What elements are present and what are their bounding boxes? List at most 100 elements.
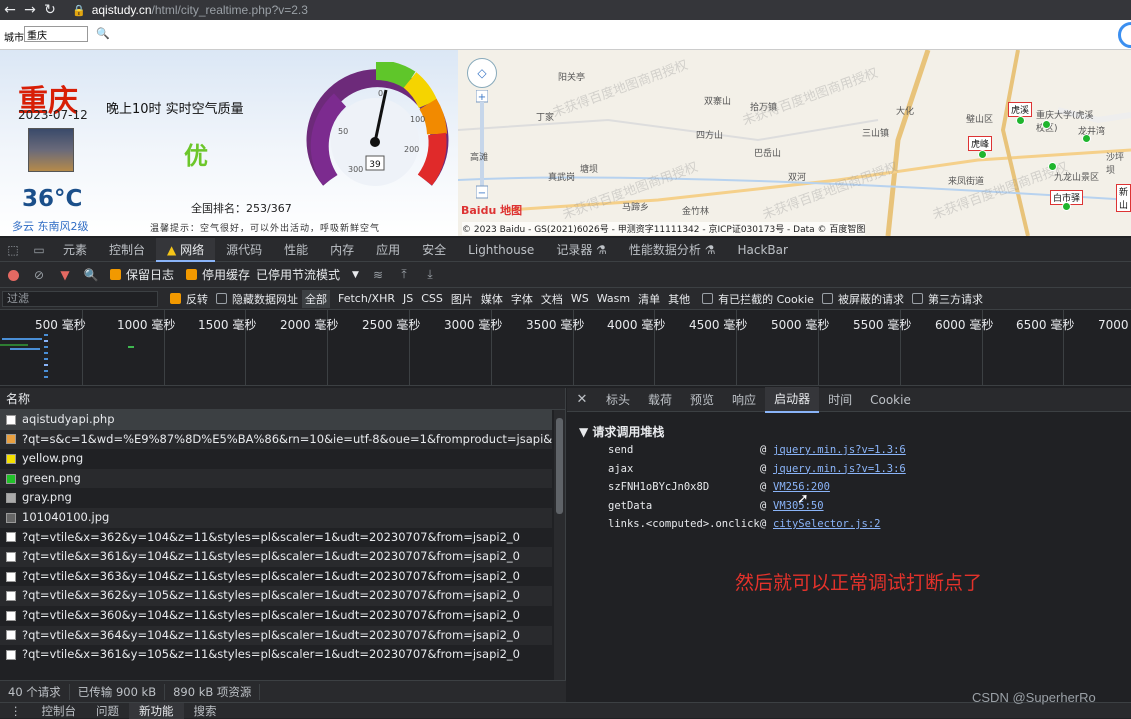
close-icon[interactable]: ✕ bbox=[567, 392, 597, 407]
table-row[interactable]: aqistudyapi.php bbox=[0, 410, 552, 430]
detail-tabs: ✕ 标头 载荷 预览 响应 启动器 时间 Cookie bbox=[567, 386, 1131, 413]
baidu-logo[interactable]: Baidu 地图 bbox=[461, 202, 522, 218]
frame-source-link[interactable]: jquery.min.js?v=1.3:6 bbox=[773, 444, 906, 456]
table-row[interactable]: ?qt=vtile&x=360&y=104&z=11&styles=pl&sca… bbox=[0, 606, 552, 626]
preserve-log-checkbox[interactable]: 保留日志 bbox=[110, 266, 174, 283]
station-label[interactable]: 虎溪 bbox=[1008, 102, 1033, 117]
table-row[interactable]: ?qt=s&c=1&wd=%E9%87%8D%E5%BA%86&rn=10&ie… bbox=[0, 429, 552, 450]
table-row[interactable]: ?qt=vtile&x=364&y=104&z=11&styles=pl&sca… bbox=[0, 625, 552, 646]
clear-icon[interactable]: ⊘ bbox=[26, 268, 52, 282]
map-pan-control[interactable]: ◇ bbox=[467, 58, 497, 88]
tab-response[interactable]: 响应 bbox=[723, 388, 765, 412]
table-row[interactable]: ?qt=vtile&x=362&y=105&z=11&styles=pl&sca… bbox=[0, 586, 552, 606]
station-label[interactable]: 虎峰 bbox=[968, 136, 993, 151]
tab-recorder[interactable]: 记录器 ⚗ bbox=[545, 238, 618, 262]
tab-performance[interactable]: 性能 bbox=[273, 238, 319, 262]
back-icon[interactable]: ← bbox=[0, 2, 20, 18]
type-filter-manifest[interactable]: 清单 bbox=[638, 291, 660, 307]
table-row[interactable]: ?qt=vtile&x=361&y=104&z=11&styles=pl&sca… bbox=[0, 547, 552, 567]
frame-source-link[interactable]: jquery.min.js?v=1.3:6 bbox=[773, 463, 906, 475]
station-pin[interactable] bbox=[1042, 120, 1051, 129]
hide-data-urls-checkbox[interactable]: 隐藏数据网址 bbox=[216, 291, 298, 307]
baidu-map[interactable]: ◇ + − 阳关亭 双寨山 拾万镇 大化 璧山区 巴岳山 四方山 三山镇 塘坝 … bbox=[458, 50, 1131, 236]
drawer-tab-whats-new[interactable]: 新功能 bbox=[129, 702, 184, 719]
column-header-name[interactable]: 名称 bbox=[0, 388, 565, 410]
table-row[interactable]: ?qt=vtile&x=362&y=104&z=11&styles=pl&sca… bbox=[0, 528, 552, 548]
file-type-icon bbox=[6, 493, 16, 504]
filter-icon[interactable]: ▼ bbox=[52, 268, 78, 282]
reload-icon[interactable]: ↻ bbox=[40, 2, 60, 18]
record-icon[interactable] bbox=[0, 268, 26, 282]
type-filter-ws[interactable]: WS bbox=[571, 292, 589, 305]
type-filter-img[interactable]: 图片 bbox=[451, 291, 473, 307]
type-filter-other[interactable]: 其他 bbox=[668, 291, 690, 307]
tab-payload[interactable]: 载荷 bbox=[639, 388, 681, 412]
type-filter-media[interactable]: 媒体 bbox=[481, 291, 503, 307]
tab-initiator[interactable]: 启动器 bbox=[765, 386, 820, 413]
type-filter-xhr[interactable]: Fetch/XHR bbox=[338, 292, 395, 305]
tab-headers[interactable]: 标头 bbox=[597, 388, 639, 412]
device-toolbar-icon[interactable]: ▭ bbox=[26, 243, 52, 257]
table-row[interactable]: ?qt=vtile&x=363&y=104&z=11&styles=pl&sca… bbox=[0, 567, 552, 587]
drawer-tab-issues[interactable]: 问题 bbox=[86, 703, 129, 719]
tab-timing[interactable]: 时间 bbox=[819, 388, 861, 412]
table-row[interactable]: green.png bbox=[0, 468, 552, 489]
tab-network[interactable]: ▲ 网络 bbox=[156, 237, 216, 262]
lock-icon[interactable]: 🔒 bbox=[72, 4, 86, 17]
table-row[interactable]: 101040100.jpg bbox=[0, 507, 552, 528]
map-zoom-slider[interactable]: + − bbox=[476, 90, 488, 200]
tab-application[interactable]: 应用 bbox=[365, 238, 411, 262]
type-filter-doc[interactable]: 文档 bbox=[541, 291, 563, 307]
tab-cookies[interactable]: Cookie bbox=[861, 388, 920, 412]
forward-icon[interactable]: → bbox=[20, 2, 40, 18]
disable-cache-checkbox[interactable]: 停用缓存 bbox=[186, 266, 250, 283]
city-input[interactable]: 重庆 bbox=[24, 26, 88, 42]
tab-hackbar[interactable]: HackBar bbox=[726, 238, 798, 262]
station-label[interactable]: 新山 bbox=[1116, 184, 1131, 212]
tab-performance-insights[interactable]: 性能数据分析 ⚗ bbox=[618, 238, 727, 262]
scrollbar-thumb[interactable] bbox=[556, 418, 563, 514]
table-row[interactable]: gray.png bbox=[0, 488, 552, 508]
export-har-icon[interactable]: ⤓ bbox=[417, 267, 443, 282]
request-call-stack-title[interactable]: ▼ 请求调用堆栈 bbox=[579, 423, 1131, 440]
network-overview[interactable]: 500 毫秒 1000 毫秒 1500 毫秒 2000 毫秒 2500 毫秒 3000 毫… bbox=[0, 310, 1131, 386]
inspect-icon[interactable]: ⬚ bbox=[0, 243, 26, 257]
throttle-select[interactable]: 已停用节流模式 ▼ bbox=[256, 266, 359, 283]
third-party-checkbox[interactable]: 第三方请求 bbox=[911, 291, 983, 307]
drawer-tab-search[interactable]: 搜索 bbox=[184, 703, 227, 719]
type-filter-font[interactable]: 字体 bbox=[511, 291, 533, 307]
station-pin[interactable] bbox=[1048, 162, 1057, 171]
floating-widget[interactable] bbox=[1118, 22, 1131, 48]
search-icon[interactable]: 🔍 bbox=[96, 27, 110, 40]
tab-lighthouse[interactable]: Lighthouse bbox=[457, 238, 545, 262]
table-row[interactable]: yellow.png bbox=[0, 449, 552, 469]
request-list-scrollbar[interactable] bbox=[554, 410, 565, 680]
station-pin[interactable] bbox=[978, 150, 987, 159]
type-filter-all[interactable]: 全部 bbox=[302, 289, 330, 308]
type-filter-css[interactable]: CSS bbox=[421, 292, 443, 305]
station-pin[interactable] bbox=[1062, 202, 1071, 211]
tab-security[interactable]: 安全 bbox=[411, 238, 457, 262]
drawer-menu-icon[interactable]: ⋮ bbox=[0, 703, 32, 719]
tab-console[interactable]: 控制台 bbox=[98, 238, 156, 262]
table-row[interactable]: ?qt=vtile&x=361&y=105&z=11&styles=pl&sca… bbox=[0, 645, 552, 665]
tab-preview[interactable]: 预览 bbox=[681, 388, 723, 412]
invert-checkbox[interactable]: 反转 bbox=[170, 291, 208, 307]
tab-sources[interactable]: 源代码 bbox=[215, 238, 273, 262]
network-conditions-icon[interactable]: ≋ bbox=[365, 268, 391, 282]
import-har-icon[interactable]: ⤒ bbox=[391, 267, 417, 282]
filter-input[interactable]: 过滤 bbox=[2, 290, 158, 307]
station-pin[interactable] bbox=[1016, 116, 1025, 125]
search-icon[interactable]: 🔍 bbox=[78, 268, 104, 282]
blocked-cookies-checkbox[interactable]: 有已拦截的 Cookie bbox=[702, 291, 814, 307]
blocked-requests-checkbox[interactable]: 被屏蔽的请求 bbox=[821, 291, 904, 307]
address-bar[interactable]: aqistudy.cn/html/city_realtime.php?v=2.3 bbox=[92, 3, 308, 17]
tab-elements[interactable]: 元素 bbox=[52, 238, 98, 262]
type-filter-wasm[interactable]: Wasm bbox=[597, 292, 630, 305]
checkbox-checked-icon bbox=[186, 269, 198, 280]
tab-memory[interactable]: 内存 bbox=[319, 238, 365, 262]
station-pin[interactable] bbox=[1082, 134, 1091, 143]
type-filter-js[interactable]: JS bbox=[403, 292, 413, 305]
frame-source-link[interactable]: citySelector.js:2 bbox=[773, 518, 880, 530]
drawer-tab-console[interactable]: 控制台 bbox=[32, 703, 87, 719]
